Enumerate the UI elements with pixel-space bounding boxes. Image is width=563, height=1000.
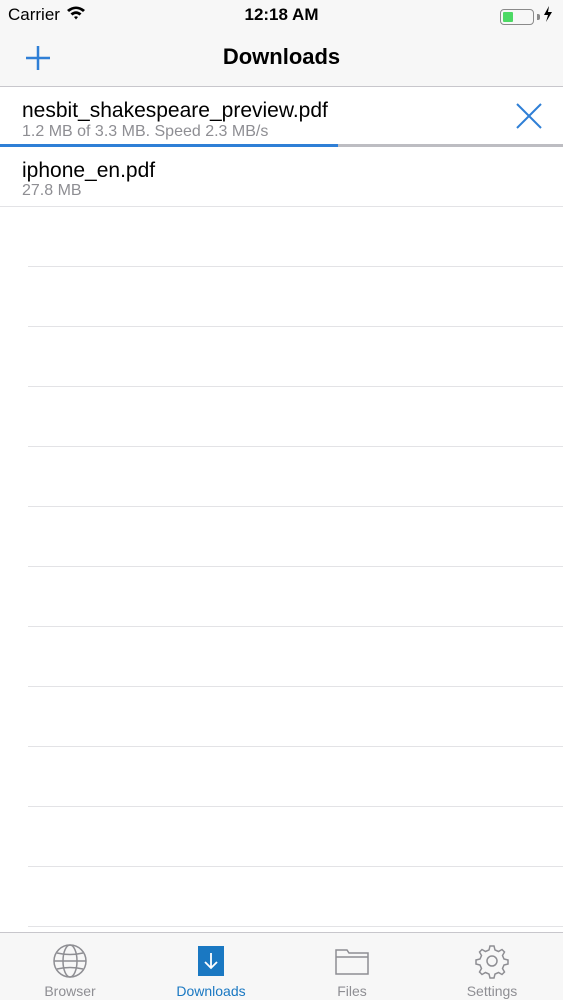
navigation-bar: Downloads — [0, 30, 563, 87]
row-separator — [28, 386, 563, 387]
tab-label: Downloads — [176, 983, 246, 999]
row-separator — [28, 506, 563, 507]
row-separator — [0, 206, 563, 207]
cancel-download-button[interactable] — [513, 100, 545, 132]
row-separator — [28, 746, 563, 747]
file-size: 27.8 MB — [22, 182, 82, 199]
status-bar: Carrier 12:18 AM — [0, 0, 563, 30]
tab-label: Browser — [44, 983, 96, 999]
tab-label: Settings — [466, 983, 518, 999]
row-separator — [28, 266, 563, 267]
page-title: Downloads — [222, 44, 341, 69]
gear-icon — [475, 945, 509, 979]
download-progress-text: 1.2 MB of 3.3 MB. Speed 2.3 MB/s — [22, 123, 269, 140]
file-name: nesbit_shakespeare_preview.pdf — [22, 99, 328, 122]
row-separator — [28, 326, 563, 327]
status-right — [500, 6, 553, 27]
download-row[interactable]: nesbit_shakespeare_preview.pdf 1.2 MB of… — [0, 88, 563, 147]
row-separator — [28, 866, 563, 867]
row-separator — [28, 926, 563, 927]
status-time: 12:18 AM — [244, 5, 319, 24]
tab-files[interactable]: Files — [282, 933, 422, 1000]
row-separator — [28, 566, 563, 567]
tab-downloads[interactable]: Downloads — [141, 933, 281, 1000]
battery-icon — [500, 8, 534, 25]
tab-label: Files — [337, 983, 367, 999]
globe-icon — [53, 944, 87, 978]
download-icon — [198, 946, 224, 976]
folder-icon — [335, 949, 369, 975]
row-separator — [28, 686, 563, 687]
tab-settings[interactable]: Settings — [422, 933, 562, 1000]
row-separator — [28, 626, 563, 627]
download-row[interactable]: iphone_en.pdf 27.8 MB — [0, 147, 563, 207]
file-name: iphone_en.pdf — [22, 159, 156, 182]
close-icon — [516, 103, 542, 129]
row-separator — [28, 806, 563, 807]
battery-cap — [537, 13, 540, 20]
charging-icon — [543, 6, 553, 27]
tab-bar: Browser Downloads Files Settings — [0, 932, 563, 1000]
row-separator — [28, 446, 563, 447]
tab-browser[interactable]: Browser — [0, 933, 140, 1000]
